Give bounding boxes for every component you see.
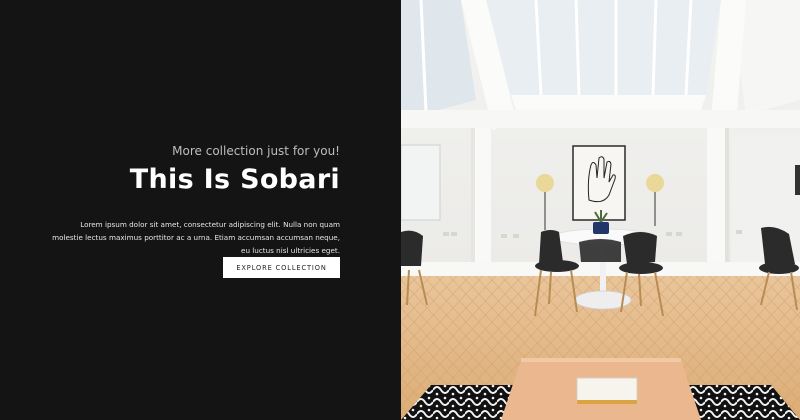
hero-text-panel: More collection just for you! This Is So… — [0, 0, 401, 420]
hero-tagline: More collection just for you! — [172, 144, 340, 158]
hero-title: This Is Sobari — [129, 164, 340, 195]
hero-photo — [401, 0, 800, 420]
explore-collection-button[interactable]: EXPLORE COLLECTION — [223, 257, 340, 278]
hero-description: Lorem ipsum dolor sit amet, consectetur … — [52, 220, 340, 256]
